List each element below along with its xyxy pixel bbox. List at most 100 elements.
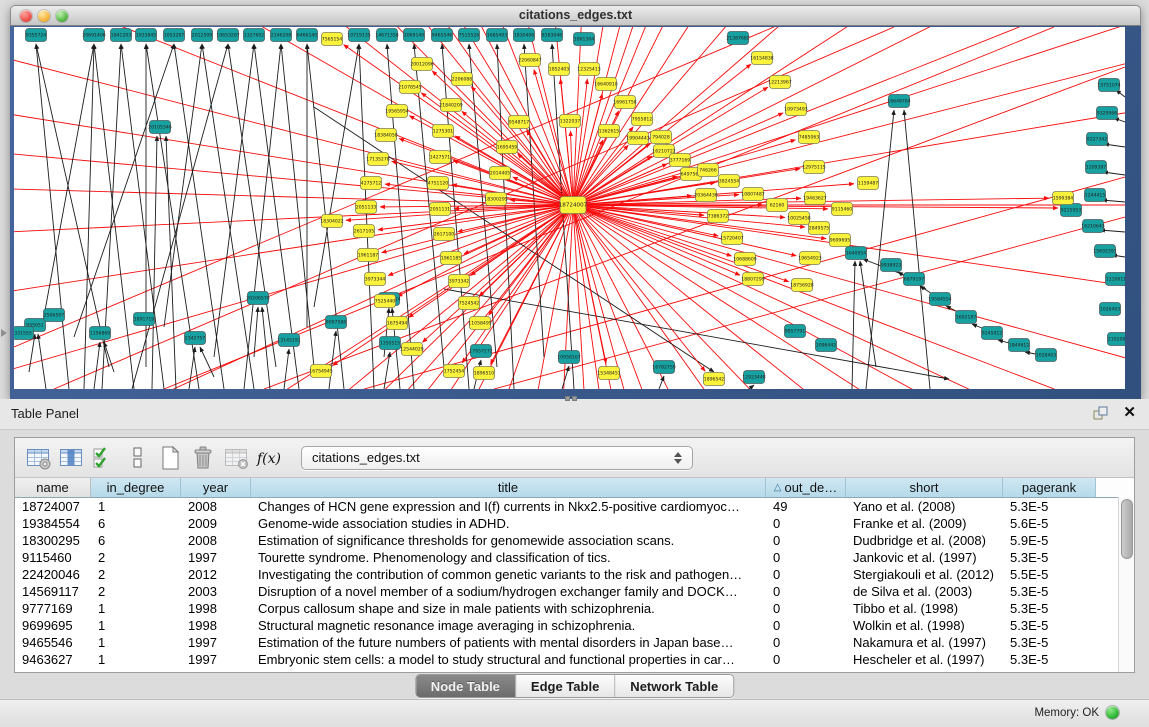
cell-name[interactable]: 9465546 [15, 635, 91, 650]
cell-indegree[interactable]: 6 [91, 533, 181, 548]
red-edge[interactable] [14, 27, 573, 205]
cell-name[interactable]: 22420046 [15, 567, 91, 582]
cell-year[interactable]: 1997 [181, 550, 251, 565]
black-edge[interactable] [384, 352, 390, 389]
cell-pagerank[interactable]: 5.3E-5 [1003, 635, 1096, 650]
close-window-icon[interactable] [20, 10, 32, 22]
minimize-window-icon[interactable] [38, 10, 50, 22]
cell-name[interactable]: 14569117 [15, 584, 91, 599]
column-header-outde[interactable]: △out_de… [766, 478, 846, 497]
red-edge[interactable] [14, 27, 573, 205]
cell-outde[interactable]: 0 [766, 550, 846, 565]
column-header-name[interactable]: name [15, 478, 91, 497]
cell-pagerank[interactable]: 5.3E-5 [1003, 601, 1096, 616]
black-edge[interactable] [254, 307, 258, 357]
cell-outde[interactable]: 0 [766, 652, 846, 667]
cell-outde[interactable]: 0 [766, 516, 846, 531]
cell-outde[interactable]: 0 [766, 533, 846, 548]
black-edge[interactable] [152, 136, 157, 389]
cell-short[interactable]: Nakamura et al. (1997) [846, 635, 1003, 650]
table-row[interactable]: 2242004622012Investigating the contribut… [15, 566, 1134, 583]
cell-indegree[interactable]: 1 [91, 652, 181, 667]
cell-indegree[interactable]: 1 [91, 601, 181, 616]
cell-indegree[interactable]: 2 [91, 567, 181, 582]
cell-year[interactable]: 1997 [181, 635, 251, 650]
cell-pagerank[interactable]: 5.6E-5 [1003, 516, 1096, 531]
cell-year[interactable]: 2008 [181, 499, 251, 514]
red-edge[interactable] [573, 27, 1125, 205]
close-panel-icon[interactable]: ✕ [1123, 403, 1136, 421]
red-edge[interactable] [14, 27, 573, 205]
new-document-icon[interactable] [155, 445, 185, 471]
red-edge[interactable] [494, 217, 1125, 389]
row-pair-icon[interactable] [122, 445, 152, 471]
cell-indegree[interactable]: 2 [91, 550, 181, 565]
table-row[interactable]: 946362711997Embryonic stem cells: a mode… [15, 651, 1134, 668]
cell-outde[interactable]: 0 [766, 567, 846, 582]
red-edge[interactable] [422, 205, 573, 342]
cell-indegree[interactable]: 1 [91, 499, 181, 514]
column-header-indegree[interactable]: in_degree [91, 478, 181, 497]
network-window-titlebar[interactable]: citations_edges.txt [10, 5, 1141, 26]
cell-pagerank[interactable]: 5.3E-5 [1003, 584, 1096, 599]
black-edge[interactable] [359, 44, 374, 389]
cell-year[interactable]: 2003 [181, 584, 251, 599]
tab-edge-table[interactable]: Edge Table [516, 675, 615, 697]
black-edge[interactable] [36, 44, 69, 389]
cell-pagerank[interactable]: 5.3E-5 [1003, 652, 1096, 667]
zoom-window-icon[interactable] [56, 10, 68, 22]
cell-indegree[interactable]: 1 [91, 618, 181, 633]
red-edge[interactable] [14, 27, 573, 205]
cell-pagerank[interactable]: 5.3E-5 [1003, 499, 1096, 514]
cell-title[interactable]: Estimation of significance thresholds fo… [251, 533, 766, 548]
cell-name[interactable]: 9115460 [15, 550, 91, 565]
cell-pagerank[interactable]: 5.5E-5 [1003, 567, 1096, 582]
black-edge[interactable] [749, 385, 754, 389]
red-edge[interactable] [573, 205, 1028, 389]
table-row[interactable]: 946554611997Estimation of the future num… [15, 634, 1134, 651]
cell-title[interactable]: Corpus callosum shape and size in male p… [251, 601, 766, 616]
table-row[interactable]: 977716911998Corpus callosum shape and si… [15, 600, 1134, 617]
show-column-icon[interactable] [56, 445, 86, 471]
cell-name[interactable]: 9777169 [15, 601, 91, 616]
cell-title[interactable]: Embryonic stem cells: a model to study s… [251, 652, 766, 667]
cell-name[interactable]: 19384554 [15, 516, 91, 531]
cell-outde[interactable]: 0 [766, 584, 846, 599]
black-edge[interactable] [866, 110, 894, 389]
cell-title[interactable]: Structural magnetic resonance image aver… [251, 618, 766, 633]
black-edge[interactable] [121, 44, 164, 389]
table-select-dropdown[interactable]: citations_edges.txt [301, 446, 693, 470]
tab-network-table[interactable]: Network Table [615, 675, 733, 697]
black-edge[interactable] [444, 289, 949, 379]
cell-short[interactable]: de Silva et al. (2003) [846, 584, 1003, 599]
splitter-grip[interactable] [565, 395, 577, 402]
black-edge[interactable] [244, 44, 281, 389]
cell-pagerank[interactable]: 5.3E-5 [1003, 618, 1096, 633]
cell-pagerank[interactable]: 5.3E-5 [1003, 550, 1096, 565]
cell-short[interactable]: Dudbridge et al. (2008) [846, 533, 1003, 548]
table-row[interactable]: 1830029562008Estimation of significance … [15, 532, 1134, 549]
black-edge[interactable] [214, 44, 254, 357]
black-edge[interactable] [202, 44, 254, 389]
float-panel-icon[interactable] [1093, 406, 1109, 426]
cell-name[interactable]: 9463627 [15, 652, 91, 667]
cell-short[interactable]: Jankovic et al. (1997) [846, 550, 1003, 565]
red-edge[interactable] [573, 205, 919, 389]
black-edge[interactable] [94, 342, 100, 389]
network-canvas[interactable]: 9355724206914061841203193384510532872012… [14, 27, 1125, 389]
cell-year[interactable]: 1998 [181, 601, 251, 616]
cell-title[interactable]: Disruption of a novel member of a sodium… [251, 584, 766, 599]
cell-indegree[interactable]: 6 [91, 516, 181, 531]
column-header-year[interactable]: year [181, 478, 251, 497]
vertical-scrollbar[interactable] [1118, 497, 1134, 672]
table-row[interactable]: 969969511998Structural magnetic resonanc… [15, 617, 1134, 634]
network-window[interactable]: citations_edges.txt 93557242069140618412… [10, 5, 1141, 399]
cell-outde[interactable]: 49 [766, 499, 846, 514]
cell-title[interactable]: Investigating the contribution of common… [251, 567, 766, 582]
cell-year[interactable]: 2012 [181, 567, 251, 582]
cell-pagerank[interactable]: 5.9E-5 [1003, 533, 1096, 548]
black-edge[interactable] [659, 376, 664, 389]
trash-icon[interactable] [188, 445, 218, 471]
cell-outde[interactable]: 0 [766, 601, 846, 616]
red-edge[interactable] [491, 205, 573, 364]
